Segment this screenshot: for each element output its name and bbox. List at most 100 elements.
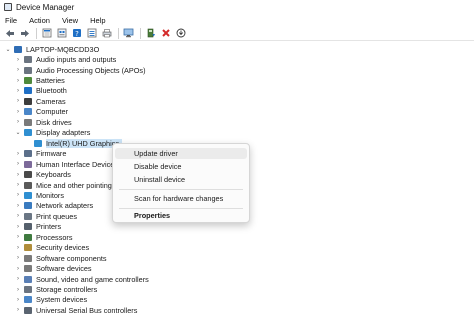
collapse-chevron-icon[interactable]: ⌄ [14, 128, 22, 138]
device-category-icon [24, 212, 32, 220]
collapse-chevron-icon[interactable]: ⌄ [4, 44, 12, 54]
update-driver-icon[interactable] [145, 28, 156, 39]
expand-chevron-icon[interactable]: › [14, 117, 22, 127]
tree-item-label: Batteries [36, 76, 65, 86]
expand-chevron-icon[interactable]: › [14, 243, 22, 253]
menu-separator [119, 208, 243, 209]
device-category-icon [24, 223, 32, 231]
update-driver-menu-item[interactable]: Update driver [115, 148, 247, 159]
device-category-icon [24, 87, 32, 95]
properties-icon[interactable] [41, 28, 52, 39]
expand-chevron-icon[interactable]: › [14, 274, 22, 284]
tree-item-category[interactable]: › Security devices [14, 243, 89, 253]
show-hidden-icon[interactable] [56, 28, 67, 39]
tree-item-label: Keyboards [36, 170, 71, 180]
device-category-icon [24, 56, 32, 64]
svg-text:?: ? [75, 30, 79, 38]
tree-item-category[interactable]: › Audio inputs and outputs [14, 54, 116, 64]
tree-item-category[interactable]: › Batteries [14, 75, 65, 85]
device-category-icon [24, 118, 32, 126]
tree-item-intel-uhd-graphics[interactable]: Intel(R) UHD Graphics [24, 138, 122, 148]
tree-item-category[interactable]: › System devices [14, 295, 87, 305]
tree-item-category[interactable]: › Cameras [14, 96, 66, 106]
expand-chevron-icon[interactable]: › [14, 170, 22, 180]
tree-item-category[interactable]: › Human Interface Devices [14, 159, 118, 169]
menu-help[interactable]: Help [90, 16, 105, 25]
window-title: Device Manager [16, 2, 75, 12]
tree-item-label: Sound, video and game controllers [36, 274, 149, 284]
tree-item-category[interactable]: › Mice and other pointing [14, 180, 112, 190]
tree-item-category[interactable]: › Monitors [14, 190, 64, 200]
uninstall-x-icon[interactable] [160, 28, 171, 39]
tree-item-category[interactable]: › Sound, video and game controllers [14, 274, 149, 284]
tree-item-category[interactable]: › Universal Serial Bus controllers [14, 305, 137, 315]
tree-item-category[interactable]: › Firmware [14, 149, 66, 159]
uninstall-device-menu-item[interactable]: Uninstall device [115, 174, 247, 185]
tree-item-label: Printers [36, 222, 62, 232]
tree-item-label: Disk drives [36, 117, 72, 127]
tree-item-label: Monitors [36, 190, 64, 200]
tree-item-category[interactable]: › Printers [14, 222, 61, 232]
tree-item-label: Print queues [36, 211, 77, 221]
disable-device-menu-item[interactable]: Disable device [115, 161, 247, 172]
expand-chevron-icon[interactable]: › [14, 107, 22, 117]
expand-chevron-icon[interactable]: › [14, 201, 22, 211]
tree-item-category[interactable]: › Disk drives [14, 117, 72, 127]
expand-chevron-icon[interactable]: › [14, 305, 22, 315]
back-arrow-icon[interactable] [4, 28, 15, 39]
expand-chevron-icon[interactable]: › [14, 264, 22, 274]
expand-chevron-icon[interactable]: › [14, 295, 22, 305]
help-icon[interactable]: ? [71, 28, 82, 39]
tree-item-category[interactable]: › Storage controllers [14, 284, 97, 294]
expand-chevron-icon[interactable]: › [14, 86, 22, 96]
expand-chevron-icon[interactable]: › [14, 96, 22, 106]
tree-root-computer[interactable]: ⌄ LAPTOP-MQBCDD3O [4, 44, 99, 54]
tree-item-label: Processors [36, 232, 73, 242]
properties-menu-item[interactable]: Properties [115, 210, 247, 221]
tree-item-category[interactable]: › Computer [14, 107, 68, 117]
expand-chevron-icon[interactable]: › [14, 222, 22, 232]
tree-item-label: Human Interface Devices [36, 159, 118, 169]
tree-item-category[interactable]: › Print queues [14, 211, 77, 221]
device-category-icon [24, 202, 32, 210]
scan-hardware-icon[interactable] [123, 28, 134, 39]
tree-item-label: Audio Processing Objects (APOs) [36, 65, 146, 75]
tree-item-label: Intel(R) UHD Graphics [46, 138, 122, 148]
tree-item-category[interactable]: › Keyboards [14, 169, 71, 179]
expand-chevron-icon[interactable]: › [14, 76, 22, 86]
menu-action[interactable]: Action [29, 16, 50, 25]
tree-item-label: Storage controllers [36, 285, 98, 295]
device-category-icon [24, 97, 32, 105]
expand-chevron-icon[interactable]: › [14, 149, 22, 159]
print-icon[interactable] [101, 28, 112, 39]
tree-item-category[interactable]: ⌄ Display adapters [14, 128, 90, 138]
menu-file[interactable]: File [5, 16, 17, 25]
scan-hardware-menu-item[interactable]: Scan for hardware changes [115, 193, 247, 204]
tree-item-category[interactable]: › Software components [14, 253, 107, 263]
tree-item-category[interactable]: › Processors [14, 232, 73, 242]
expand-chevron-icon[interactable]: › [14, 253, 22, 263]
expand-chevron-icon[interactable]: › [14, 232, 22, 242]
tree-item-category[interactable]: › Network adapters [14, 201, 93, 211]
expand-chevron-icon[interactable]: › [14, 190, 22, 200]
tree-item-category[interactable]: › Audio Processing Objects (APOs) [14, 65, 146, 75]
list-view-icon[interactable] [86, 28, 97, 39]
tree-item-category[interactable]: › Bluetooth [14, 86, 67, 96]
device-category-icon [24, 150, 32, 158]
tree-item-label: Cameras [36, 96, 66, 106]
device-category-icon [24, 77, 32, 85]
expand-chevron-icon[interactable]: › [14, 159, 22, 169]
device-category-icon [24, 129, 32, 137]
expand-chevron-icon[interactable]: › [14, 55, 22, 65]
forward-arrow-icon[interactable] [19, 28, 30, 39]
menu-view[interactable]: View [62, 16, 78, 25]
expand-chevron-icon[interactable]: › [14, 285, 22, 295]
device-category-icon [24, 191, 32, 199]
expand-chevron-icon[interactable]: › [14, 180, 22, 190]
tree-item-category[interactable]: › Software devices [14, 263, 92, 273]
expand-chevron-icon[interactable]: › [14, 65, 22, 75]
expand-chevron-icon[interactable]: › [14, 211, 22, 221]
device-category-icon [24, 275, 32, 283]
download-icon[interactable] [175, 28, 186, 39]
